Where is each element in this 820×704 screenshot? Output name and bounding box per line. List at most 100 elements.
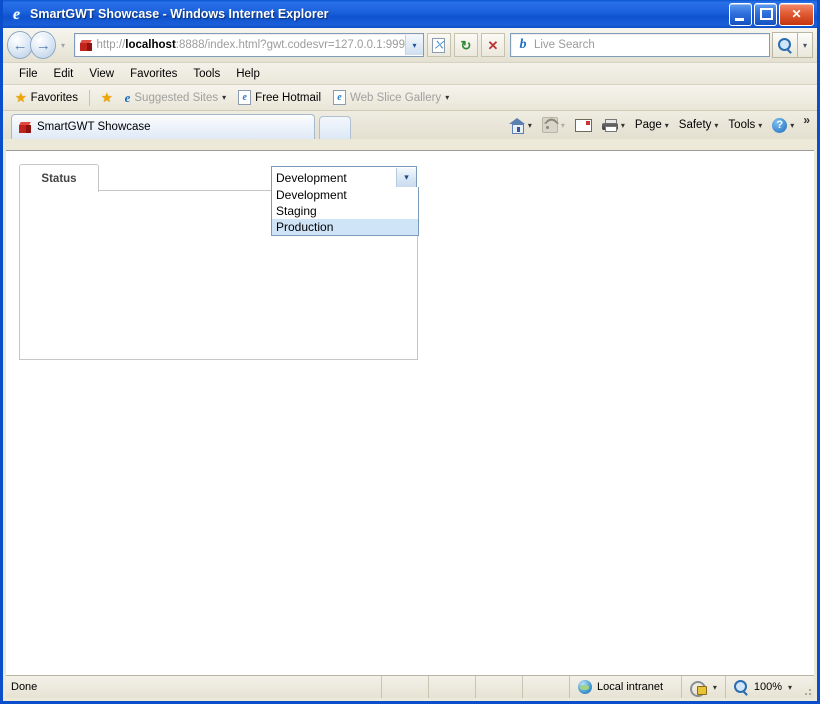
address-bar-url: http://localhost:8888/index.html?gwt.cod…	[96, 39, 405, 51]
ie-small-icon: e	[124, 90, 131, 105]
status-panel: Status Development ▾ Development Staging…	[19, 164, 419, 360]
free-hotmail-label: Free Hotmail	[255, 91, 321, 104]
environment-select-options: Development Staging Production	[271, 187, 419, 236]
stop-icon: ✕	[487, 37, 499, 53]
chevron-down-icon: ▾	[445, 93, 450, 102]
close-button[interactable]: ✕	[779, 2, 814, 26]
ie-page-icon: e	[238, 90, 252, 105]
print-icon	[601, 118, 618, 132]
menu-item-view[interactable]: View	[81, 66, 122, 82]
web-slice-gallery-button[interactable]: e Web Slice Gallery ▾	[328, 88, 454, 107]
title-bar: e SmartGWT Showcase - Windows Internet E…	[3, 0, 817, 28]
search-provider-dropdown[interactable]: ▾	[797, 32, 813, 58]
environment-select-value: Development	[276, 170, 347, 185]
menu-item-edit[interactable]: Edit	[46, 66, 82, 82]
resize-grip[interactable]	[800, 676, 814, 698]
page-menu-label: Page	[634, 119, 662, 131]
search-icon	[777, 38, 792, 54]
protected-mode-icon	[689, 680, 707, 697]
menu-item-help[interactable]: Help	[228, 66, 268, 82]
tools-menu-button[interactable]: Tools ▾	[724, 116, 766, 134]
help-icon: ?	[772, 117, 788, 133]
command-bar-overflow-button[interactable]: »	[800, 113, 813, 127]
chevron-down-icon: ▾	[560, 120, 565, 130]
tab-status[interactable]: Status	[19, 164, 99, 192]
status-bar: Done Local intranet ▾ 100% ▾	[6, 675, 814, 698]
select-option-production[interactable]: Production	[272, 219, 418, 235]
environment-select[interactable]: Development ▾	[271, 166, 417, 189]
new-tab-button[interactable]	[319, 116, 351, 139]
home-button[interactable]: ▾	[505, 115, 536, 135]
suggested-sites-label: Suggested Sites	[134, 91, 219, 104]
protected-mode-indicator[interactable]: ▾	[680, 676, 725, 698]
window-title: SmartGWT Showcase - Windows Internet Exp…	[30, 7, 329, 21]
safety-menu-button[interactable]: Safety ▾	[675, 116, 723, 134]
search-submit-button[interactable]	[771, 32, 798, 58]
star-icon: ★	[15, 90, 27, 105]
zoom-level-label: 100%	[753, 681, 782, 693]
chevron-down-icon[interactable]: ▾	[713, 683, 717, 692]
status-bar-cell	[522, 676, 569, 698]
address-bar[interactable]: http://localhost:8888/index.html?gwt.cod…	[73, 33, 424, 57]
suggested-sites-button[interactable]: e Suggested Sites ▾	[120, 89, 232, 106]
chevron-down-icon[interactable]: ▾	[396, 168, 416, 187]
compatibility-view-button[interactable]: ⤫	[426, 33, 451, 57]
navigation-toolbar: ← → ▾ http://localhost:8888/index.html?g…	[3, 28, 817, 63]
chevron-down-icon[interactable]: ▾	[788, 683, 792, 692]
maximize-button[interactable]	[754, 2, 777, 26]
search-input[interactable]: Live Search	[534, 39, 769, 51]
browser-window: e SmartGWT Showcase - Windows Internet E…	[0, 0, 820, 704]
ie-page-icon: e	[333, 90, 346, 105]
browser-tab-smartgwt-showcase[interactable]: SmartGWT Showcase	[11, 114, 315, 139]
page-content-area: Status Development ▾ Development Staging…	[6, 150, 814, 676]
browser-tab-label: SmartGWT Showcase	[37, 121, 151, 133]
toolbar-separator	[88, 89, 90, 106]
chevron-down-icon: ▾	[527, 120, 532, 130]
zoom-control[interactable]: 100% ▾	[724, 676, 800, 698]
command-bar: ▾ ▾ ▾ Page ▾ Safety ▾ Tools ▾ ? ▾ »	[505, 111, 817, 139]
internet-zone-globe-icon	[578, 680, 592, 694]
page-menu-button[interactable]: Page ▾	[631, 116, 673, 134]
feeds-button[interactable]: ▾	[538, 114, 569, 136]
chevron-down-icon: ▾	[222, 93, 227, 102]
status-message: Done	[11, 681, 38, 693]
menu-item-tools[interactable]: Tools	[185, 66, 228, 82]
chevron-down-icon: ▾	[620, 120, 625, 130]
print-button[interactable]: ▾	[598, 116, 629, 135]
read-mail-button[interactable]	[571, 116, 596, 135]
status-bar-cell	[428, 676, 475, 698]
chevron-down-icon: ▾	[758, 120, 763, 130]
smartgwt-cube-icon	[19, 121, 31, 133]
read-mail-icon	[574, 118, 592, 132]
tab-status-label: Status	[41, 172, 77, 185]
favorites-button[interactable]: ★ Favorites	[10, 89, 83, 106]
refresh-button[interactable]: ↻	[453, 33, 478, 57]
select-option-development[interactable]: Development	[272, 187, 418, 203]
help-menu-button[interactable]: ? ▾	[768, 115, 798, 136]
stop-button[interactable]: ✕	[480, 33, 505, 57]
address-dropdown-icon[interactable]: ▾	[404, 35, 423, 55]
tools-menu-label: Tools	[728, 119, 756, 131]
minimize-button[interactable]	[729, 2, 752, 26]
recent-pages-caret-icon[interactable]: ▾	[56, 41, 69, 50]
status-bar-right: ▾ 100% ▾	[680, 676, 814, 698]
tab-bar: SmartGWT Showcase ▾ ▾ ▾ Page ▾ Safety ▾ …	[3, 111, 817, 139]
security-zone-indicator[interactable]: Local intranet	[569, 676, 681, 698]
favorites-button-label: Favorites	[30, 91, 78, 104]
chevron-down-icon: ▾	[664, 120, 669, 130]
window-controls: ✕	[729, 2, 814, 26]
chevron-down-icon: ▾	[714, 120, 719, 130]
menu-item-file[interactable]: File	[11, 66, 46, 82]
free-hotmail-link[interactable]: e Free Hotmail	[233, 88, 326, 107]
add-to-favorites-bar-button[interactable]: ★	[96, 89, 118, 106]
search-box[interactable]: b Live Search	[509, 33, 770, 57]
status-bar-cell	[381, 676, 428, 698]
favorites-bar: ★ Favorites ★ e Suggested Sites ▾ e Free…	[3, 85, 817, 111]
bing-logo-icon: b	[519, 37, 527, 52]
select-option-staging[interactable]: Staging	[272, 203, 418, 219]
compatibility-page-icon: ⤫	[432, 37, 446, 53]
forward-button[interactable]: →	[30, 31, 57, 59]
menu-item-favorites[interactable]: Favorites	[122, 66, 185, 82]
ie-logo-icon: e	[12, 5, 21, 23]
rss-feed-icon	[541, 117, 558, 133]
